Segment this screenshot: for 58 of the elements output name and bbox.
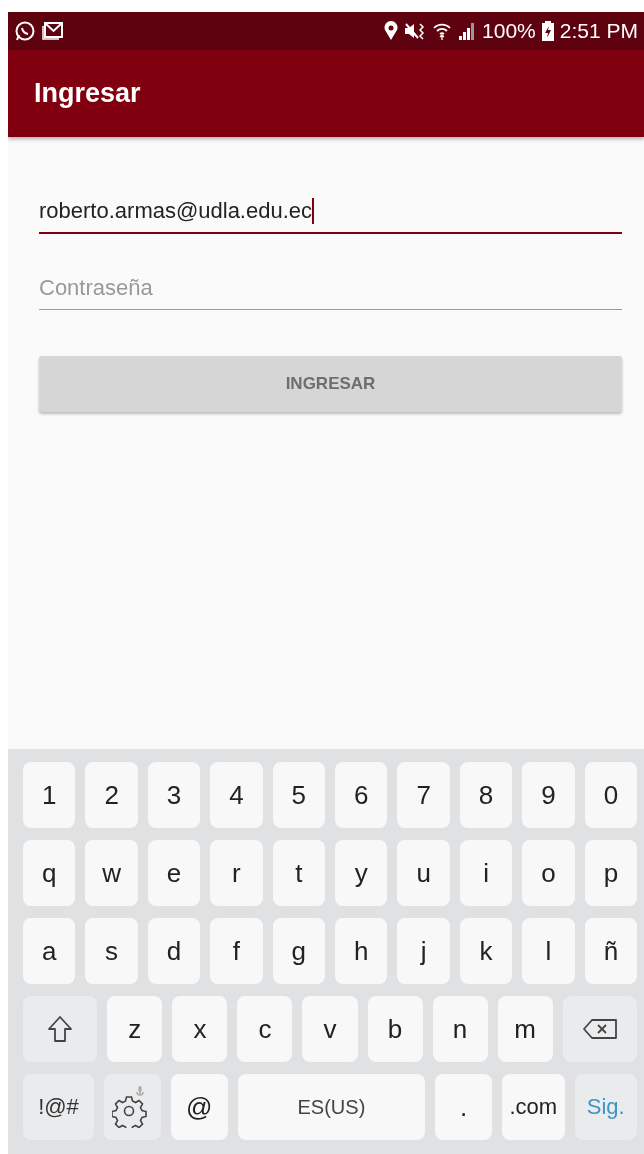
key[interactable]: 1 (23, 762, 76, 828)
location-icon (384, 21, 399, 41)
key[interactable]: v (302, 996, 358, 1062)
key[interactable]: 3 (147, 762, 201, 828)
key[interactable]: h (335, 918, 388, 984)
key[interactable]: d (147, 918, 201, 984)
wifi-icon (432, 22, 453, 40)
key[interactable]: m (497, 996, 553, 1062)
key[interactable]: 8 (459, 762, 513, 828)
key[interactable]: j (397, 918, 450, 984)
clock-time: 2:51 PM (559, 19, 638, 43)
key[interactable]: t (272, 840, 326, 906)
settings-key[interactable] (104, 1074, 161, 1140)
backspace-key[interactable] (562, 996, 637, 1062)
key[interactable]: f (210, 918, 263, 984)
key[interactable]: 6 (335, 762, 388, 828)
chat-icon (14, 20, 36, 42)
key[interactable]: r (210, 840, 263, 906)
key[interactable]: y (335, 840, 388, 906)
key[interactable]: z (107, 996, 163, 1062)
mail-icon (42, 21, 64, 41)
key[interactable]: w (85, 840, 138, 906)
email-field[interactable]: roberto.armas@udla.edu.ec (39, 188, 622, 234)
key[interactable]: @ (170, 1074, 228, 1140)
key[interactable]: k (459, 918, 513, 984)
key[interactable]: x (172, 996, 228, 1062)
key[interactable]: n (432, 996, 488, 1062)
key[interactable]: g (272, 918, 326, 984)
signal-icon (458, 22, 477, 40)
battery-level: 100% (482, 19, 536, 43)
key[interactable]: . (435, 1074, 492, 1140)
battery-charging-icon (541, 21, 554, 41)
key[interactable]: l (522, 918, 575, 984)
key[interactable]: .com (502, 1074, 565, 1140)
vibrate-mute-icon (404, 22, 427, 40)
key[interactable]: b (367, 996, 423, 1062)
key[interactable]: s (85, 918, 138, 984)
key[interactable]: 4 (210, 762, 263, 828)
key[interactable]: a (23, 918, 76, 984)
space-key[interactable]: ES(US) (237, 1074, 426, 1140)
key[interactable]: ñ (584, 918, 638, 984)
key[interactable]: q (23, 840, 76, 906)
key[interactable]: o (522, 840, 575, 906)
key[interactable]: p (584, 840, 638, 906)
symbols-key[interactable]: !@# (23, 1074, 95, 1140)
key[interactable]: e (147, 840, 201, 906)
backspace-icon (581, 1018, 618, 1040)
key[interactable]: 9 (522, 762, 575, 828)
key[interactable]: 5 (272, 762, 326, 828)
key[interactable]: 0 (584, 762, 638, 828)
key[interactable]: 2 (85, 762, 138, 828)
key[interactable]: 7 (397, 762, 450, 828)
key[interactable]: i (459, 840, 513, 906)
shift-key[interactable] (23, 996, 98, 1062)
key[interactable]: c (237, 996, 293, 1062)
key[interactable]: u (397, 840, 450, 906)
screen-title: Ingresar (34, 78, 141, 109)
shift-icon (47, 1015, 74, 1043)
